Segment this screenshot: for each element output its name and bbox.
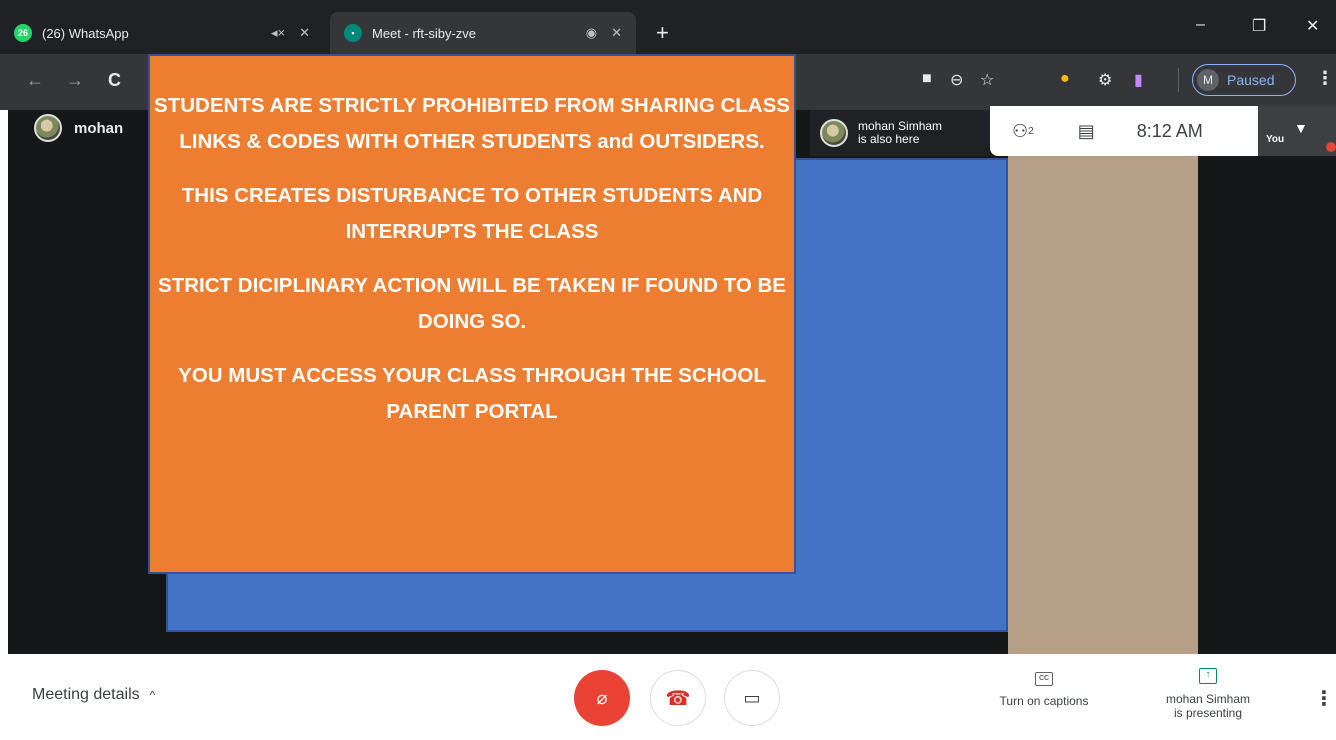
presenter-label: mohan	[34, 114, 123, 142]
recording-icon: ◉	[585, 25, 598, 40]
chevron-up-icon: ^	[149, 688, 156, 702]
present-screen-icon: ↑	[1199, 668, 1217, 684]
browser-menu-icon[interactable]: ⋮	[1316, 68, 1334, 89]
avatar	[820, 119, 848, 147]
window-close-button[interactable]: ✕	[1306, 16, 1319, 36]
meeting-details-button[interactable]: Meeting details ^	[32, 686, 155, 704]
muted-speaker-icon[interactable]: ◂×	[271, 25, 285, 41]
extension-icon[interactable]: ▮	[1134, 70, 1143, 90]
tab-title: Meet - rft-siby-zve	[372, 25, 477, 41]
zoom-icon[interactable]: ⊖	[950, 70, 963, 90]
profile-status: Paused	[1227, 72, 1275, 88]
extension-icon[interactable]: ●	[1060, 70, 1070, 88]
back-icon[interactable]: ←	[26, 70, 44, 91]
closed-captions-icon: CC	[1035, 672, 1053, 686]
video-camera-icon: ▭	[743, 687, 761, 708]
more-options-icon[interactable]: ⋮	[1314, 686, 1334, 711]
profile-button[interactable]: M Paused	[1192, 64, 1296, 96]
extension-icon[interactable]: ⚙	[1098, 70, 1112, 90]
tab-close-icon[interactable]: ✕	[611, 25, 622, 41]
restore-button[interactable]: ❐	[1252, 16, 1266, 36]
bookmark-star-icon[interactable]: ☆	[980, 70, 994, 90]
presenting-button[interactable]: ↑ mohan Simham is presenting	[1138, 668, 1278, 720]
forward-icon[interactable]: →	[66, 70, 84, 91]
camera-in-use-icon[interactable]: ■	[922, 70, 932, 88]
tab-meet[interactable]: ▪ Meet - rft-siby-zve ◉ ✕	[330, 12, 636, 54]
participants-icon[interactable]: ⚇	[1012, 121, 1028, 142]
self-preview-label: You	[1266, 134, 1285, 145]
mic-off-icon: ⌀	[596, 687, 608, 708]
join-text: is also here	[858, 132, 920, 146]
profile-avatar: M	[1197, 69, 1219, 91]
notice-line: THIS CREATES DISTURBANCE TO OTHER STUDEN…	[181, 184, 763, 243]
meet-icon: ▪	[344, 24, 362, 42]
notice-line: YOU MUST ACCESS YOUR CLASS THROUGH THE S…	[178, 364, 766, 423]
new-tab-button[interactable]: +	[656, 20, 669, 46]
tab-whatsapp[interactable]: 26 (26) WhatsApp ◂× ✕	[14, 12, 324, 54]
microphone-off-button[interactable]: ⌀	[574, 670, 630, 726]
meeting-details-label: Meeting details	[32, 686, 140, 703]
presenter-name: mohan	[74, 119, 124, 137]
captions-label: Turn on captions	[999, 694, 1089, 708]
pin-icon[interactable]: ▼	[1294, 120, 1308, 136]
tab-title: (26) WhatsApp	[42, 25, 129, 41]
leave-call-button[interactable]: ☎	[650, 670, 706, 726]
minimize-button[interactable]: –	[1196, 16, 1205, 34]
avatar	[34, 114, 62, 142]
reload-icon[interactable]: C	[108, 70, 121, 91]
camera-button[interactable]: ▭	[724, 670, 780, 726]
presenting-text: is presenting	[1173, 706, 1243, 720]
whatsapp-icon: 26	[14, 24, 32, 42]
participants-count: 2	[1028, 125, 1034, 137]
tab-close-icon[interactable]: ✕	[299, 25, 310, 41]
chat-icon[interactable]: ▤	[1078, 121, 1095, 142]
self-preview-tile[interactable]: You ▼	[1258, 106, 1336, 156]
participant-video	[1008, 150, 1198, 654]
notice-banner: STUDENTS ARE STRICTLY PROHIBITED FROM SH…	[148, 54, 796, 574]
presenting-name: mohan Simham	[1165, 692, 1251, 706]
toolbar-divider	[1178, 68, 1179, 92]
clock-time: 8:12 AM	[1136, 120, 1203, 141]
hang-up-icon: ☎	[665, 687, 691, 710]
notice-line: STRICT DICIPLINARY ACTION WILL BE TAKEN …	[158, 274, 786, 333]
join-notification: mohan Simham is also here	[810, 110, 990, 156]
notice-line: STUDENTS ARE STRICTLY PROHIBITED FROM SH…	[154, 94, 790, 153]
captions-button[interactable]: CC Turn on captions	[982, 672, 1106, 708]
mic-muted-icon	[1326, 142, 1336, 152]
